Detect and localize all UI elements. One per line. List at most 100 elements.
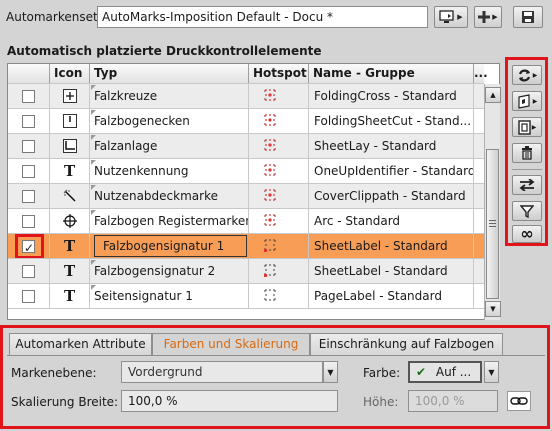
farbe-label: Farbe: [363, 366, 401, 380]
hotspot-icon [264, 239, 276, 252]
save-icon [522, 11, 534, 23]
text-t-icon: T [64, 262, 76, 280]
dropdown-arrow-icon: ▶ [532, 71, 538, 79]
chevron-down-icon: ▼ [488, 367, 495, 377]
row-corner-marker [91, 135, 96, 140]
row-typ: Falzanlage [90, 134, 249, 158]
filter-button[interactable] [512, 201, 542, 221]
add-set-button[interactable]: ▶ [474, 6, 502, 28]
text-t-icon: T [64, 237, 76, 255]
hotspot-icon [264, 139, 276, 151]
row-checkbox[interactable] [22, 265, 35, 278]
table-row[interactable]: Falzanlage SheetLay - Standard [8, 134, 484, 159]
arrow-down-icon: ▼ [490, 305, 496, 313]
dropdown-arrow-icon: ▶ [532, 97, 538, 105]
row-checkbox[interactable] [22, 215, 35, 228]
row-name: OneUpIdentifier - Standard [309, 159, 474, 183]
toolbar-separator [512, 169, 542, 170]
row-corner-marker [91, 185, 96, 190]
markenebene-label: Markenebene: [11, 366, 97, 380]
tab-farben-und-skalierung[interactable]: Farben und Skalierung [152, 333, 310, 356]
row-typ: Seitensignatur 1 [90, 284, 249, 308]
checkbox-highlight [15, 234, 44, 258]
scroll-up-button[interactable]: ▲ [485, 87, 501, 103]
row-corner-marker [91, 160, 96, 165]
hotspot-icon [264, 114, 276, 126]
plus-icon [478, 11, 491, 23]
page-icon [517, 119, 531, 135]
row-typ: Falzkreuze [90, 84, 249, 108]
table-scrollbar[interactable]: ▲ ▼ [484, 84, 501, 320]
register-mark-icon [63, 214, 77, 228]
swap-button[interactable] [512, 175, 542, 195]
farbe-dropdown-button[interactable]: ▼ [484, 361, 499, 383]
automarkenset-field[interactable]: AutoMarks-Imposition Default - Docu * [97, 6, 428, 28]
link-proportions-button[interactable] [507, 391, 531, 411]
marks-table: Icon Typ Hotspot Name - Gruppe ... Falzk… [7, 63, 500, 320]
table-row[interactable]: T Seitensignatur 1 PageLabel - Standard [8, 284, 484, 309]
text-t-icon: T [64, 162, 76, 180]
section-title: Automatisch platzierte Druckkontrollelem… [7, 44, 322, 58]
scroll-down-button[interactable]: ▼ [485, 301, 501, 317]
row-name: SheetLabel - Standard [309, 259, 474, 283]
hoehe-field[interactable]: 100,0 % [408, 390, 498, 412]
scroll-thumb[interactable] [486, 149, 499, 299]
row-checkbox[interactable] [22, 290, 35, 303]
row-typ: Nutzenkennung [90, 159, 249, 183]
markenebene-dropdown-button[interactable]: ▼ [323, 361, 338, 383]
row-typ: Falzbogenecken [90, 109, 249, 133]
sheet-lay-icon [63, 139, 77, 153]
row-checkbox[interactable] [22, 140, 35, 153]
markenebene-select[interactable]: Vordergrund [121, 361, 323, 383]
table-row[interactable]: Falzkreuze FoldingCross - Standard [8, 84, 484, 109]
tab-automarken-attribute[interactable]: Automarken Attribute [9, 333, 152, 355]
view-menu-button[interactable]: ▶ [434, 6, 468, 28]
table-row[interactable]: T Nutzenkennung OneUpIdentifier - Standa… [8, 159, 484, 184]
row-typ: Nutzenabdeckmarke [90, 184, 249, 208]
row-checkbox[interactable] [22, 190, 35, 203]
row-corner-marker [91, 85, 96, 90]
monitor-icon [439, 10, 454, 23]
sheet-view-icon [518, 93, 530, 109]
save-set-button[interactable] [513, 6, 543, 28]
table-row-selected[interactable]: T Falzbogensignatur 1 SheetLabel - Stand… [8, 234, 484, 259]
row-typ-editor[interactable]: Falzbogensignatur 1 [94, 235, 247, 257]
row-checkbox[interactable] [22, 115, 35, 128]
table-row[interactable]: Falzbogen Registermarken Arc - Standard [8, 209, 484, 234]
row-checkbox[interactable] [22, 90, 35, 103]
grip-icon [489, 220, 496, 227]
infinity-icon: ∞ [520, 224, 534, 243]
row-checkbox[interactable] [22, 165, 35, 178]
sheet-view-button[interactable]: ▶ [512, 91, 542, 111]
cross-icon [63, 89, 77, 103]
properties-panel: Automarken Attribute Farben und Skalieru… [0, 325, 550, 429]
row-name: SheetLabel - Standard [309, 234, 474, 258]
row-corner-marker [91, 260, 96, 265]
page-view-button[interactable]: ▶ [512, 117, 542, 137]
tab-einschraenkung[interactable]: Einschränkung auf Falzbogen [310, 333, 503, 355]
hotspot-icon [264, 89, 276, 101]
row-typ: Falzbogen Registermarken [90, 209, 249, 233]
trash-icon [522, 146, 532, 160]
filter-icon [520, 205, 534, 218]
fold-corner-icon [63, 114, 77, 128]
side-toolbar: ▶ ▶ ▶ ∞ [505, 57, 548, 246]
row-typ: Falzbogensignatur 2 [90, 259, 249, 283]
table-row[interactable]: Falzbogenecken FoldingSheetCut - Stand..… [8, 109, 484, 134]
refresh-button[interactable]: ▶ [512, 65, 542, 85]
dropdown-arrow-icon: ▶ [492, 13, 498, 21]
hoehe-label: Höhe: [363, 395, 399, 409]
delete-button[interactable] [512, 143, 542, 163]
skalierung-breite-field[interactable]: 100,0 % [121, 390, 338, 412]
chevron-down-icon: ▼ [327, 367, 334, 377]
automarkenset-label: Automarkenset: [6, 10, 102, 24]
hotspot-icon [264, 164, 276, 176]
row-corner-marker [91, 285, 96, 290]
farbe-button[interactable]: ✔ Auf ... [408, 361, 482, 383]
link-button[interactable]: ∞ [512, 225, 542, 243]
row-corner-marker [91, 110, 96, 115]
table-row[interactable]: Nutzenabdeckmarke CoverClippath - Standa… [8, 184, 484, 209]
table-row[interactable]: T Falzbogensignatur 2 SheetLabel - Stand… [8, 259, 484, 284]
refresh-icon [518, 69, 530, 81]
hotspot-icon [264, 289, 276, 301]
